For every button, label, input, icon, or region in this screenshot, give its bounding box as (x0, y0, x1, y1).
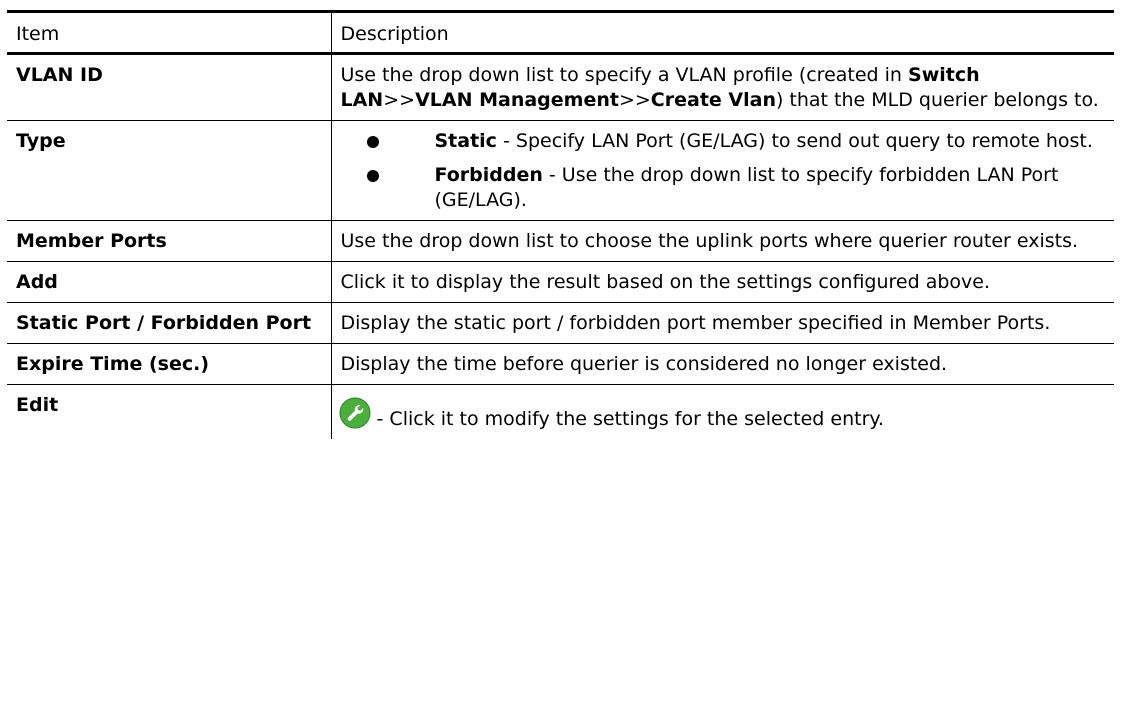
header-item: Item (7, 10, 332, 55)
menu-path-vlan-management: VLAN Management (415, 89, 619, 111)
desc-member-ports: Use the drop down list to choose the upl… (331, 220, 1114, 262)
desc-static-forbidden-port: Display the static port / forbidden port… (331, 302, 1114, 344)
table-row: Edit - Click it to modify the settings f… (7, 384, 1114, 440)
table-row: VLAN ID Use the drop down list to specif… (7, 53, 1114, 121)
bullet-dot-icon (366, 136, 379, 148)
item-static-forbidden-port: Static Port / Forbidden Port (7, 302, 332, 344)
desc-text: Use the drop down list to specify a VLAN… (340, 64, 902, 86)
table-row: Type Static - Specify LAN Port (GE/LAG) … (7, 120, 1114, 221)
edit-desc-text: - Click it to modify the settings for th… (370, 408, 884, 430)
table-row: Add Click it to display the result based… (7, 261, 1114, 303)
type-bullet-list: Static - Specify LAN Port (GE/LAG) to se… (341, 129, 1106, 213)
path-separator: >> (383, 89, 416, 111)
path-separator: >> (618, 89, 651, 111)
desc-type: Static - Specify LAN Port (GE/LAG) to se… (331, 120, 1114, 221)
menu-path-create-vlan: Create Vlan (650, 89, 776, 111)
bullet-forbidden: Forbidden - Use the drop down list to sp… (341, 163, 1106, 213)
desc-text: ) that the MLD querier belongs to. (775, 89, 1099, 111)
table-row: Static Port / Forbidden Port Display the… (7, 302, 1114, 344)
bullet-dot-icon (366, 170, 379, 182)
desc-vlan-id: Use the drop down list to specify a VLAN… (331, 53, 1114, 121)
desc-expire-time: Display the time before querier is consi… (331, 343, 1114, 385)
item-member-ports: Member Ports (7, 220, 332, 262)
header-row: Item Description (7, 10, 1114, 55)
header-description: Description (331, 10, 1114, 55)
item-type: Type (7, 120, 332, 221)
term-forbidden: Forbidden (434, 164, 543, 186)
desc-add: Click it to display the result based on … (331, 261, 1114, 303)
bullet-static: Static - Specify LAN Port (GE/LAG) to se… (341, 129, 1106, 154)
term-static: Static (434, 130, 497, 152)
desc-edit: - Click it to modify the settings for th… (331, 385, 1114, 440)
wrench-edit-icon (339, 397, 370, 429)
item-add: Add (7, 261, 332, 303)
bullet-text: - Specify LAN Port (GE/LAG) to send out … (496, 130, 1093, 152)
item-edit: Edit (7, 384, 332, 439)
table-row: Expire Time (sec.) Display the time befo… (7, 343, 1114, 385)
item-expire-time: Expire Time (sec.) (7, 343, 332, 385)
table-row: Member Ports Use the drop down list to c… (7, 220, 1114, 262)
item-vlan-id: VLAN ID (7, 53, 332, 121)
description-table: Item Description VLAN ID Use the drop do… (7, 10, 1114, 439)
